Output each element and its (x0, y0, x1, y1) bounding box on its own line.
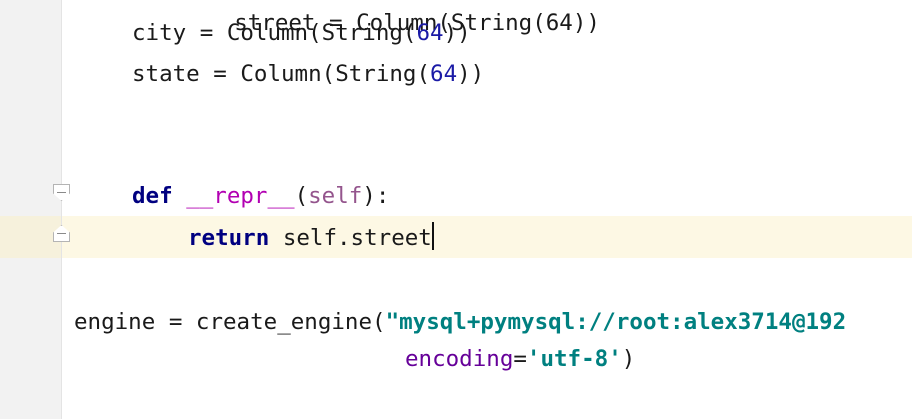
code-paren: ( (294, 183, 309, 209)
code-line-state[interactable]: state = Column(String(64)) (132, 59, 484, 89)
code-function-name: __repr__ (186, 183, 295, 209)
code-call: Column(String( (226, 20, 417, 46)
code-expression: self.street (282, 225, 432, 251)
current-line-gutter (0, 216, 62, 258)
code-string: "mysql+pymysql://root:alex3714@192 (385, 309, 847, 335)
code-line-def[interactable]: def __repr__(self): (132, 181, 389, 211)
code-statement: engine = create_engine( (74, 309, 386, 335)
code-paren-close: ): (362, 183, 390, 209)
code-line-engine[interactable]: engine = create_engine("mysql+pymysql://… (74, 307, 846, 337)
code-operator: = (199, 61, 241, 87)
code-keyword: def (132, 183, 173, 209)
code-identifier: state (132, 61, 200, 87)
code-operator: = (186, 20, 227, 46)
code-keyword: return (188, 225, 270, 251)
code-number: 64 (416, 20, 444, 46)
code-identifier: city (132, 20, 187, 46)
code-line-return[interactable]: return self.street (188, 222, 434, 253)
code-operator: = (513, 346, 527, 372)
code-string: 'utf-8' (526, 346, 622, 372)
code-line-encoding[interactable]: encoding='utf-8') (405, 344, 635, 374)
editor-gutter (0, 0, 62, 419)
code-number: 64 (430, 61, 458, 87)
code-editor[interactable]: street = Column(String(64)) city = Colum… (0, 0, 924, 419)
code-param: self (308, 183, 363, 209)
code-call: Column(String( (240, 61, 431, 87)
code-call-close: )) (457, 61, 485, 87)
code-paren-close: ) (621, 346, 636, 372)
current-line-highlight (0, 216, 924, 258)
text-caret (431, 222, 434, 250)
vertical-scrollbar[interactable] (912, 0, 924, 419)
code-kwarg: encoding (405, 346, 514, 372)
code-line-city[interactable]: city = Column(String(64)) (132, 18, 471, 48)
code-call-close: )) (443, 20, 471, 46)
